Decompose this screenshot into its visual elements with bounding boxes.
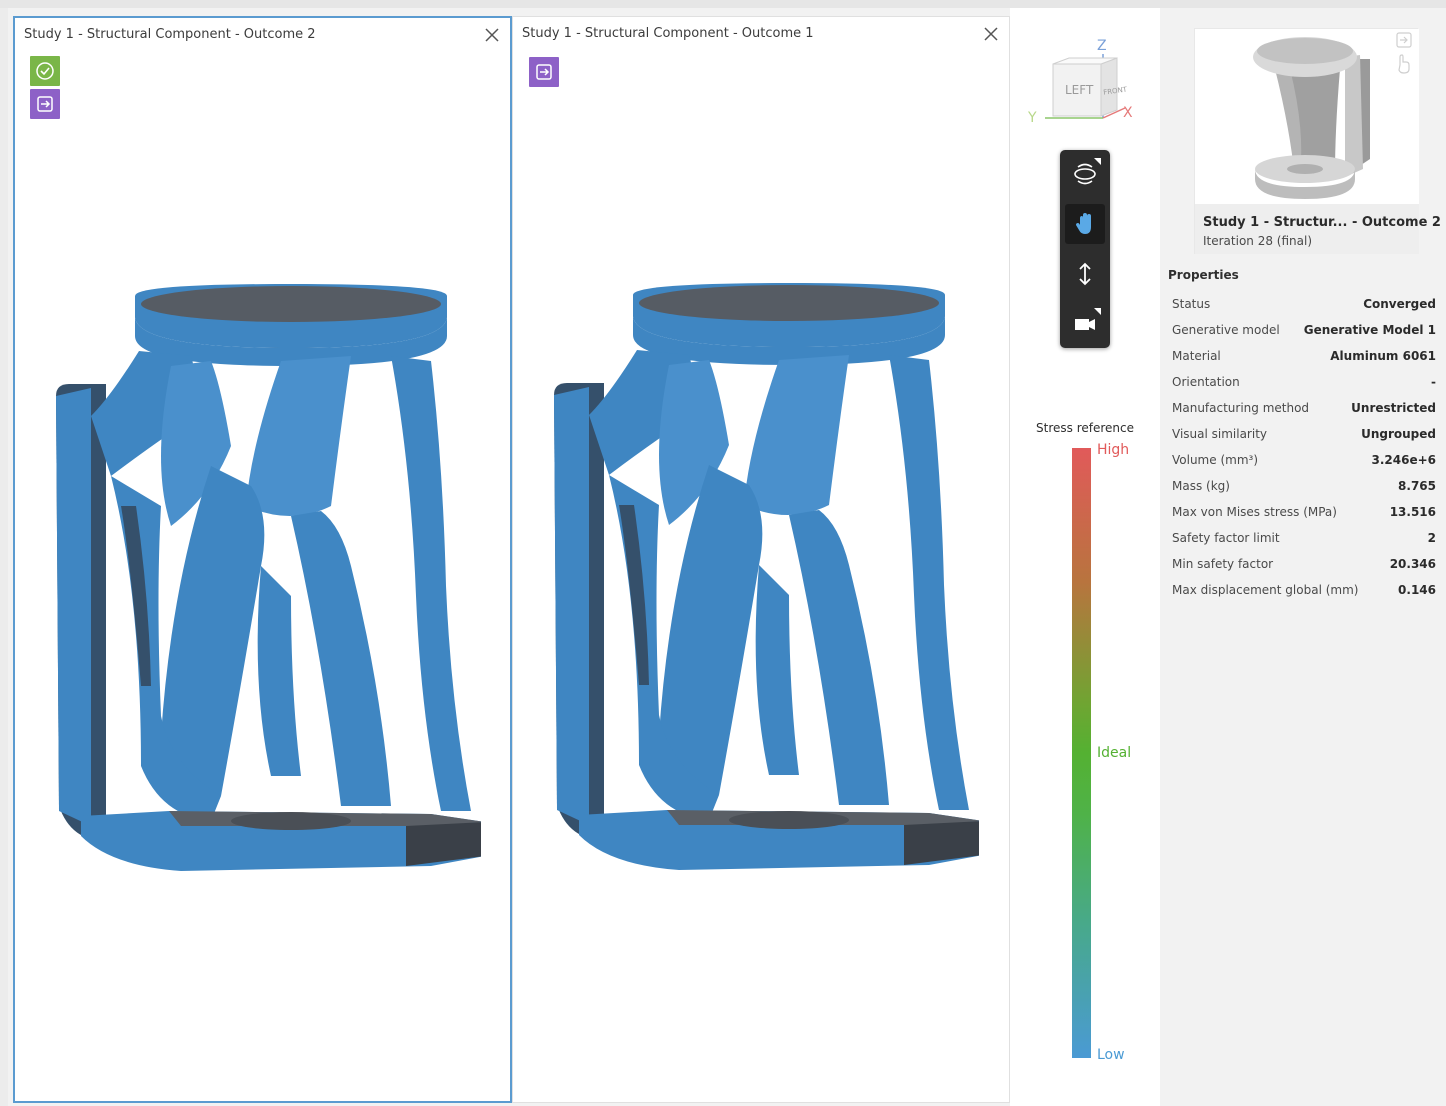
navigation-toolbar	[1060, 150, 1110, 348]
property-row: Manufacturing method Unrestricted	[1172, 396, 1436, 422]
property-row: Mass (kg) 8.765	[1172, 474, 1436, 500]
viewcube[interactable]: Z Y X LEFT FRONT	[1025, 36, 1140, 128]
legend-low-label: Low	[1097, 1047, 1125, 1063]
outcome-thumbnail-image	[1195, 29, 1419, 204]
generated-part-model[interactable]	[51, 266, 481, 876]
property-row: Generative model Generative Model 1	[1172, 318, 1436, 344]
property-label: Orientation	[1172, 375, 1240, 389]
property-row: Orientation -	[1172, 370, 1436, 396]
legend-ideal-label: Ideal	[1097, 745, 1132, 761]
property-label: Mass (kg)	[1172, 479, 1230, 493]
property-row: Max von Mises stress (MPa) 13.516	[1172, 500, 1436, 526]
property-value: 8.765	[1398, 479, 1436, 493]
flyout-indicator-icon	[1094, 308, 1101, 315]
outcome-name: Study 1 - Structur... - Outcome 2	[1203, 215, 1441, 230]
property-label: Safety factor limit	[1172, 531, 1280, 545]
check-icon	[36, 62, 54, 80]
legend-high-label: High	[1097, 442, 1130, 458]
top-border	[0, 0, 1446, 8]
close-icon[interactable]	[484, 27, 500, 43]
generated-part-model[interactable]	[549, 265, 979, 875]
property-value: 2	[1427, 531, 1436, 545]
stress-legend-title: Stress reference	[1036, 421, 1134, 435]
export-icon	[536, 64, 552, 80]
property-row: Material Aluminum 6061	[1172, 344, 1436, 370]
property-label: Manufacturing method	[1172, 401, 1310, 415]
property-row: Visual similarity Ungrouped	[1172, 422, 1436, 448]
outcome-iteration: Iteration 28 (final)	[1203, 234, 1313, 248]
property-value: Converged	[1363, 297, 1436, 311]
property-label: Generative model	[1172, 323, 1280, 337]
camera-button[interactable]	[1065, 304, 1105, 344]
property-row: Status Converged	[1172, 292, 1436, 318]
export-icon	[37, 96, 53, 112]
property-row: Safety factor limit 2	[1172, 526, 1436, 552]
axis-x-label: X	[1123, 105, 1133, 121]
property-value: 0.146	[1398, 583, 1436, 597]
outcome-thumbnail-card[interactable]: Study 1 - Structur... - Outcome 2 Iterat…	[1194, 28, 1441, 254]
stress-color-bar	[1072, 448, 1091, 1058]
close-icon[interactable]	[983, 26, 999, 42]
property-value: 13.516	[1389, 505, 1436, 519]
property-value: Ungrouped	[1361, 427, 1436, 441]
property-row: Volume (mm³) 3.246e+6	[1172, 448, 1436, 474]
viewport-title: Study 1 - Structural Component - Outcome…	[24, 27, 316, 42]
property-label: Min safety factor	[1172, 557, 1274, 571]
property-value: -	[1431, 375, 1436, 389]
axis-z-label: Z	[1097, 38, 1107, 54]
export-button[interactable]	[30, 89, 60, 119]
property-value: Generative Model 1	[1303, 323, 1436, 337]
property-value: Unrestricted	[1351, 401, 1436, 415]
viewport-title: Study 1 - Structural Component - Outcome…	[522, 26, 814, 41]
thumbnail-caption: Study 1 - Structur... - Outcome 2 Iterat…	[1195, 204, 1441, 254]
property-label: Visual similarity	[1172, 427, 1268, 441]
viewport-outcome-2[interactable]: Study 1 - Structural Component - Outcome…	[13, 16, 512, 1103]
properties-heading: Properties	[1168, 268, 1239, 282]
converged-badge	[30, 56, 60, 86]
zoom-icon	[1079, 262, 1091, 286]
property-label: Volume (mm³)	[1172, 453, 1258, 467]
property-label: Status	[1172, 297, 1211, 311]
property-row: Max displacement global (mm) 0.146	[1172, 578, 1436, 604]
property-value: Aluminum 6061	[1330, 349, 1436, 363]
flyout-indicator-icon	[1094, 158, 1101, 165]
axis-y-label: Y	[1027, 110, 1037, 126]
viewport-outcome-1[interactable]: Study 1 - Structural Component - Outcome…	[512, 16, 1010, 1103]
property-label: Material	[1172, 349, 1221, 363]
property-row: Min safety factor 20.346	[1172, 552, 1436, 578]
property-label: Max displacement global (mm)	[1172, 583, 1359, 597]
property-value: 20.346	[1389, 557, 1436, 571]
viewcube-left-face: LEFT	[1065, 83, 1094, 97]
orbit-button[interactable]	[1065, 154, 1105, 194]
left-edge	[0, 8, 8, 1106]
properties-list: Status Converged Generative model Generati…	[1172, 292, 1436, 604]
property-label: Max von Mises stress (MPa)	[1172, 505, 1337, 519]
zoom-button[interactable]	[1065, 254, 1105, 294]
pan-button[interactable]	[1065, 204, 1105, 244]
property-value: 3.246e+6	[1371, 453, 1437, 467]
export-button[interactable]	[529, 57, 559, 87]
pan-icon	[1076, 213, 1091, 234]
